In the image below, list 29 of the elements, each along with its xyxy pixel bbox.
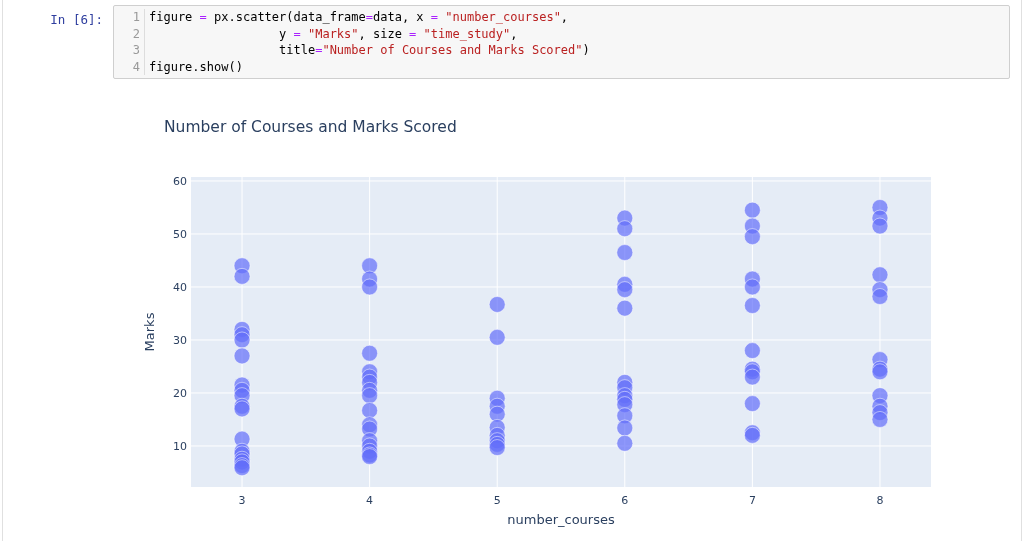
input-prompt: In [6]:	[49, 11, 104, 27]
x-tick-label: 8	[876, 494, 884, 507]
data-point	[361, 402, 378, 419]
line-number: 4	[131, 58, 140, 75]
code-line: figure = px.scatter(data_frame=data, x = "number_courses",	[149, 9, 570, 26]
y-tick-label: 20	[173, 387, 187, 400]
code-line: y = "Marks", size = "time_study",	[278, 25, 519, 42]
x-axis-title: number_courses	[507, 512, 615, 527]
x-tick-label: 3	[238, 494, 246, 507]
chart-title: Number of Courses and Marks Scored	[164, 118, 457, 136]
line-number: 1	[131, 9, 140, 26]
x-tick-label: 5	[493, 494, 501, 507]
code-line: figure.show()	[149, 58, 244, 75]
x-tick-label: 7	[748, 494, 756, 507]
y-tick-label: 30	[173, 334, 187, 347]
code-editor[interactable]: 1 2 3 4 figure = px.scatter(data_frame=data, x = "number_courses", y = "Marks", size = "time_study", title="Number of Courses and Marks Scored") figure.show()	[113, 5, 1010, 79]
data-point	[616, 407, 634, 424]
y-tick-label: 50	[173, 228, 187, 241]
data-point	[488, 405, 506, 423]
code-line: title="Number of Courses and Marks Scored")	[278, 42, 590, 59]
y-axis-title: Marks	[142, 312, 157, 352]
x-tick-label: 4	[366, 494, 374, 507]
line-number: 2	[131, 25, 140, 42]
y-tick-label: 60	[173, 175, 187, 188]
y-tick-label: 40	[173, 281, 187, 294]
y-tick-label: 10	[173, 440, 187, 453]
data-point	[616, 419, 634, 437]
x-tick-label: 6	[621, 494, 629, 507]
line-number: 3	[131, 42, 140, 59]
